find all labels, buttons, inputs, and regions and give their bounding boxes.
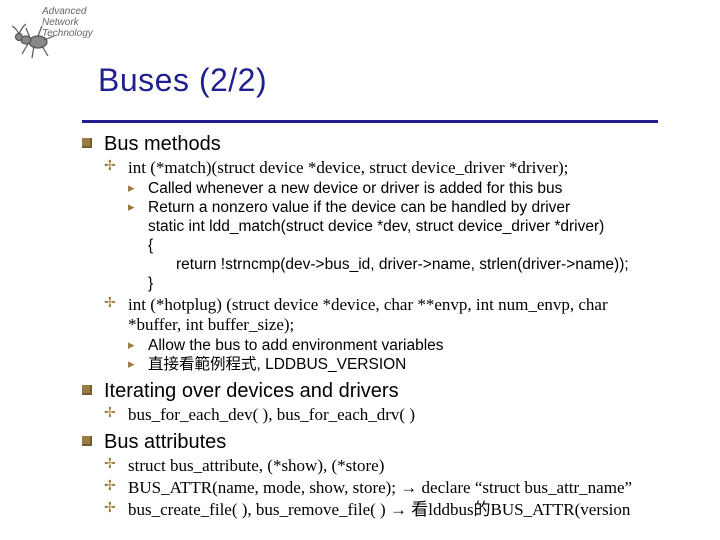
match-desc-2: Return a nonzero value if the device can…	[128, 199, 662, 218]
attr-line-3: bus_create_file( ), bus_remove_file( ) →…	[104, 500, 662, 521]
slide-title: Buses (2/2)	[98, 62, 267, 99]
match-code-decl: static int ldd_match(struct device *dev,…	[128, 218, 662, 237]
ant-icon	[8, 20, 58, 60]
slide: Advanced Network Technology Buses (2/2) …	[0, 0, 720, 540]
match-code-open: {	[128, 237, 662, 256]
heading-bus-attributes: Bus attributes	[82, 430, 662, 454]
heading-bus-methods: Bus methods	[82, 132, 662, 156]
logo-block: Advanced Network Technology	[6, 6, 96, 39]
hotplug-desc-1: Allow the bus to add environment variabl…	[128, 337, 662, 356]
title-underline	[82, 120, 658, 123]
match-code-body: return !strncmp(dev->bus_id, driver->nam…	[148, 256, 662, 275]
hotplug-desc-2: 直接看範例程式, LDDBUS_VERSION	[128, 356, 662, 375]
attr-line-1: struct bus_attribute, (*show), (*store)	[104, 456, 662, 477]
iterating-funcs: bus_for_each_dev( ), bus_for_each_drv( )	[104, 405, 662, 426]
attr-line-2: BUS_ATTR(name, mode, show, store); → dec…	[104, 478, 662, 499]
logo-line1: Advanced	[6, 6, 96, 17]
hotplug-signature: int (*hotplug) (struct device *device, c…	[104, 295, 662, 336]
slide-content: Bus methods int (*match)(struct device *…	[82, 128, 662, 522]
match-signature: int (*match)(struct device *device, stru…	[104, 158, 662, 179]
match-code-close: }	[128, 275, 662, 294]
heading-iterating: Iterating over devices and drivers	[82, 379, 662, 403]
match-desc-1: Called whenever a new device or driver i…	[128, 180, 662, 199]
